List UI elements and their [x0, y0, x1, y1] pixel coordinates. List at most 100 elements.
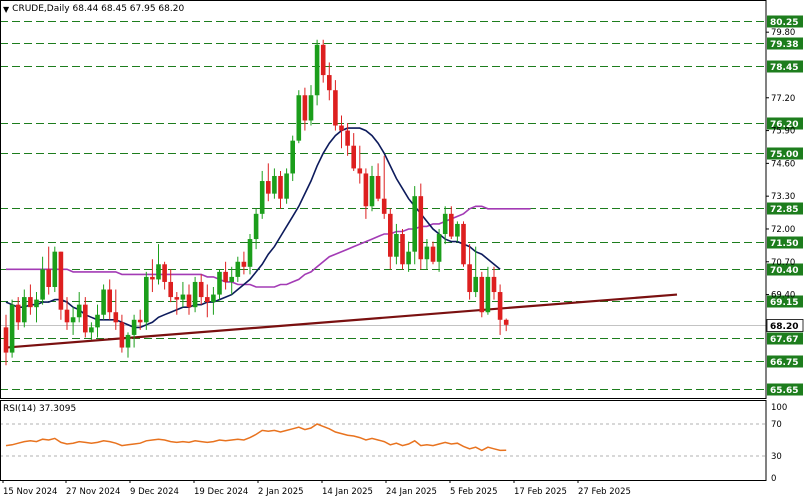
bear-candle	[223, 271, 228, 282]
current-price-label: 68.20	[770, 322, 798, 332]
rsi-panel-frame	[0, 400, 767, 481]
candlestick-series	[3, 39, 509, 366]
bear-candle	[46, 269, 51, 287]
bear-candle	[430, 246, 436, 262]
bear-candle	[107, 289, 112, 313]
level-label: 79.38	[770, 40, 798, 50]
bull-candle	[156, 264, 161, 280]
bull-candle	[308, 95, 314, 121]
level-label: 80.25	[770, 18, 798, 28]
bear-candle	[418, 196, 424, 260]
x-tick-label: 17 Feb 2025	[514, 487, 567, 497]
bear-candle	[388, 213, 393, 257]
x-tick-label: 14 Jan 2025	[322, 487, 373, 497]
bull-candle	[52, 251, 58, 287]
bull-candle	[95, 314, 100, 328]
bull-candle	[131, 319, 137, 335]
bear-candle	[278, 175, 283, 199]
triangle-down-icon[interactable]: ▼	[3, 5, 9, 14]
x-tick-label: 15 Nov 2024	[3, 487, 57, 497]
bear-candle	[449, 213, 454, 237]
bear-candle	[119, 322, 125, 348]
bear-candle	[83, 304, 88, 333]
bear-candle	[64, 309, 70, 323]
bull-candle	[424, 246, 430, 260]
y-tick-label: 77.20	[771, 94, 795, 104]
bull-candle	[192, 281, 198, 308]
bear-candle	[333, 90, 338, 126]
bull-candle	[314, 44, 320, 96]
chart-header: ▼ CRUDE,Daily 68.44 68.45 67.95 68.20	[3, 4, 184, 14]
level-label: 71.50	[770, 239, 798, 249]
rsi-line	[5, 423, 507, 452]
bear-candle	[381, 198, 387, 214]
bear-candle	[205, 297, 210, 303]
bear-candle	[497, 292, 503, 320]
bull-candle	[394, 234, 399, 257]
y-tick-label: 72.00	[771, 225, 795, 235]
bear-candle	[320, 44, 326, 76]
y-tick-label: 73.30	[771, 192, 795, 202]
x-tick-label: 27 Feb 2025	[578, 487, 631, 497]
rsi-tick-label: 0	[771, 474, 776, 484]
bear-candle	[137, 319, 143, 323]
level-label: 72.85	[770, 205, 798, 215]
rsi-panel: 100 70 30 0	[0, 403, 787, 484]
bear-candle	[28, 297, 33, 308]
bull-candle	[442, 213, 448, 235]
bear-candle	[150, 276, 155, 280]
bull-candle	[76, 304, 82, 318]
bear-candle	[357, 168, 363, 174]
bull-candle	[101, 289, 106, 315]
bear-candle	[375, 175, 381, 199]
bear-candle	[339, 125, 344, 131]
level-label: 65.65	[770, 386, 798, 396]
bull-candle	[180, 294, 186, 300]
x-tick-label: 24 Jan 2025	[386, 487, 437, 497]
bull-candle	[272, 175, 277, 194]
bear-candle	[241, 261, 247, 267]
bull-candle	[235, 261, 241, 277]
bull-candle	[125, 334, 131, 348]
bear-candle	[467, 264, 472, 293]
support-trendline	[5, 293, 678, 349]
y-tick-label: 79.80	[771, 28, 795, 38]
level-label: 67.67	[770, 335, 798, 345]
bull-candle	[473, 276, 478, 293]
bull-candle	[144, 276, 149, 323]
bear-candle	[327, 75, 332, 91]
bear-candle	[302, 95, 308, 121]
rsi-tick-label: 100	[771, 403, 787, 413]
bear-candle	[351, 145, 356, 169]
x-tick-label: 27 Nov 2024	[66, 487, 120, 497]
bull-candle	[9, 304, 15, 353]
bull-candle	[40, 269, 45, 300]
bull-candle	[369, 175, 375, 207]
bear-candle	[15, 304, 21, 323]
bear-candle	[186, 294, 192, 308]
x-tick-label: 19 Dec 2024	[194, 487, 248, 497]
bull-candle	[455, 223, 460, 237]
bull-candle	[284, 173, 289, 199]
bull-candle	[34, 299, 39, 308]
bear-candle	[3, 327, 9, 353]
bear-candle	[491, 276, 497, 293]
x-tick-label: 2 Jan 2025	[258, 487, 304, 497]
rsi-header: RSI(14) 37.3095	[3, 404, 77, 414]
bull-candle	[247, 239, 253, 267]
rsi-tick-label: 30	[771, 452, 782, 462]
bull-candle	[229, 276, 234, 282]
bear-candle	[400, 234, 405, 265]
bull-candle	[211, 294, 216, 303]
bear-candle	[198, 281, 204, 298]
bull-candle	[89, 327, 94, 333]
bull-candle	[485, 276, 491, 313]
y-tick-label: 74.60	[771, 159, 795, 169]
x-tick-label: 5 Feb 2025	[450, 487, 498, 497]
bear-candle	[162, 264, 167, 282]
rsi-tick-label: 70	[771, 420, 782, 430]
bull-candle	[217, 271, 222, 295]
bull-candle	[296, 95, 302, 141]
bull-candle	[259, 181, 265, 214]
symbol-label: CRUDE,Daily	[12, 4, 70, 14]
